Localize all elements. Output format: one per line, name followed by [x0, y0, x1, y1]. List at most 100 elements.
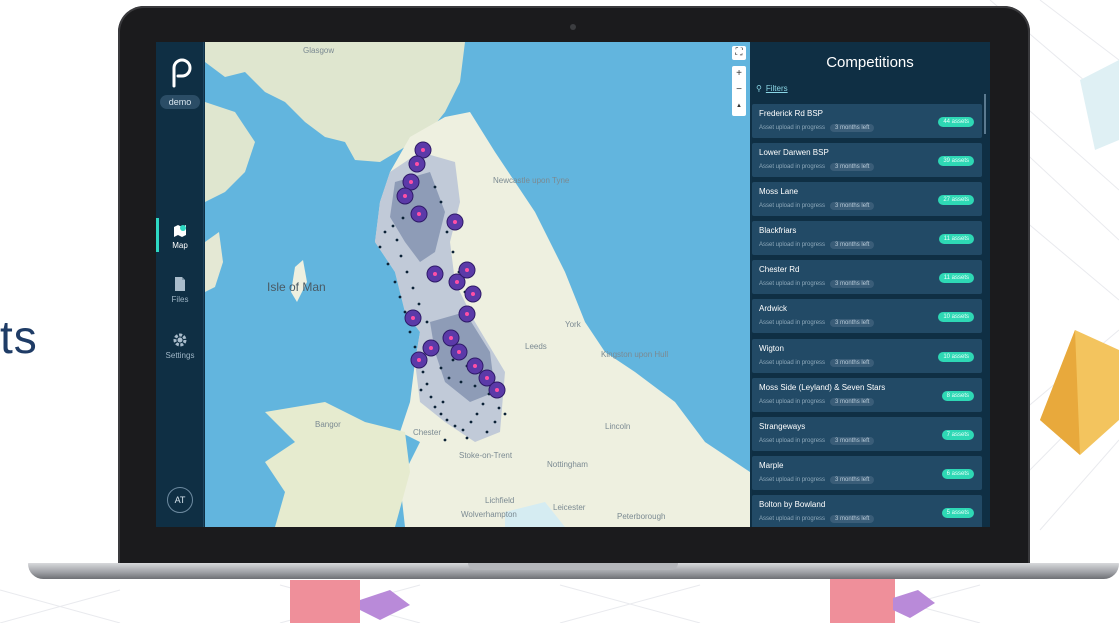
competition-status: Asset upload in progress 3 months left	[759, 437, 875, 445]
background-heading-fragment: ts	[0, 311, 38, 363]
map-label-lincoln: Lincoln	[605, 422, 631, 431]
competition-card[interactable]: Frederick Rd BSP Asset upload in progres…	[752, 104, 982, 138]
competition-card[interactable]: Wigton Asset upload in progress 3 months …	[752, 339, 982, 373]
map-label-bangor: Bangor	[315, 420, 341, 429]
competition-name: Frederick Rd BSP	[759, 109, 824, 118]
time-left-badge: 3 months left	[830, 241, 875, 249]
competition-status: Asset upload in progress 3 months left	[759, 398, 875, 406]
map-label-wolverhampton: Wolverhampton	[461, 510, 517, 519]
p-logo-icon[interactable]	[168, 56, 192, 88]
time-left-badge: 3 months left	[830, 476, 875, 484]
map-label-newcastle: Newcastle upon Tyne	[493, 176, 570, 185]
competition-status: Asset upload in progress 3 months left	[759, 163, 875, 171]
environment-badge[interactable]: demo	[160, 95, 200, 109]
competition-card[interactable]: Ardwick Asset upload in progress 3 months…	[752, 299, 982, 333]
competition-status: Asset upload in progress 3 months left	[759, 280, 875, 288]
competition-name: Bolton by Bowland	[759, 500, 826, 509]
file-icon	[175, 277, 185, 291]
competition-status: Asset upload in progress 3 months left	[759, 476, 875, 484]
competition-card[interactable]: Bolton by Bowland Asset upload in progre…	[752, 495, 982, 527]
time-left-badge: 3 months left	[830, 202, 875, 210]
sidebar-item-files[interactable]: Files	[156, 276, 204, 304]
time-left-badge: 3 months left	[830, 163, 875, 171]
competition-name: Strangeways	[759, 422, 806, 431]
competition-name: Wigton	[759, 344, 784, 353]
map-label-leicester: Leicester	[553, 503, 586, 512]
competition-status: Asset upload in progress 3 months left	[759, 202, 875, 210]
competition-name: Moss Lane	[759, 187, 799, 196]
asset-count-badge: 6 assets	[941, 469, 974, 479]
asset-count-badge: 10 assets	[938, 352, 974, 362]
map-label-kingston: Kingston upon Hull	[601, 350, 669, 359]
asset-count-badge: 8 assets	[941, 391, 974, 401]
competition-status: Asset upload in progress 3 months left	[759, 319, 875, 327]
competition-name: Marple	[759, 461, 784, 470]
time-left-badge: 3 months left	[830, 398, 875, 406]
zoom-out-button[interactable]: −	[732, 82, 746, 98]
competition-card[interactable]: Moss Side (Leyland) & Seven Stars Asset …	[752, 378, 982, 412]
sidebar-item-label: Files	[171, 295, 189, 304]
sidebar-item-label: Map	[172, 241, 188, 250]
map-label-york: York	[565, 320, 581, 329]
zoom-in-button[interactable]: +	[732, 66, 746, 82]
map-pin-icon	[174, 225, 186, 237]
map-label-stoke: Stoke-on-Trent	[459, 451, 513, 460]
time-left-badge: 3 months left	[830, 319, 875, 327]
fullscreen-button[interactable]: ⛶	[732, 46, 746, 60]
competition-name: Moss Side (Leyland) & Seven Stars	[759, 383, 886, 392]
competition-status: Asset upload in progress 3 months left	[759, 359, 875, 367]
sidebar-item-settings[interactable]: Settings	[156, 332, 204, 360]
asset-count-badge: 39 assets	[938, 156, 974, 166]
filter-icon: ⚲	[756, 84, 762, 93]
competition-name: Chester Rd	[759, 265, 800, 274]
decor-cube-right	[830, 578, 895, 623]
laptop-notch	[468, 563, 678, 570]
map-view[interactable]: Glasgow Newcastle upon Tyne Isle of Man …	[205, 42, 750, 527]
map-label-lichfield: Lichfield	[485, 496, 515, 505]
competition-status: Asset upload in progress 3 months left	[759, 515, 875, 523]
panel-scrollbar[interactable]	[984, 94, 986, 134]
competition-name: Ardwick	[759, 304, 788, 313]
filters-link[interactable]: ⚲ Filters	[756, 84, 788, 93]
competition-card[interactable]: Strangeways Asset upload in progress 3 mo…	[752, 417, 982, 451]
map-label-isle-of-man: Isle of Man	[267, 280, 326, 294]
time-left-badge: 3 months left	[830, 437, 875, 445]
map-label-leeds: Leeds	[525, 342, 547, 351]
competition-card[interactable]: Lower Darwen BSP Asset upload in progres…	[752, 143, 982, 177]
competitions-panel: Competitions ⚲ Filters Frederick Rd BSP A…	[750, 42, 990, 527]
time-left-badge: 3 months left	[830, 280, 875, 288]
map-label-glasgow: Glasgow	[303, 46, 335, 55]
time-left-badge: 3 months left	[830, 124, 875, 132]
asset-count-badge: 7 assets	[941, 430, 974, 440]
map-label-chester: Chester	[413, 428, 442, 437]
sidebar-item-label: Settings	[165, 351, 195, 360]
decor-cube-left	[290, 580, 360, 623]
competition-name: Lower Darwen BSP	[759, 148, 829, 157]
app-screen: demo Map Files Settings AT Glasgow Newca…	[156, 42, 990, 527]
sidebar: demo Map Files Settings AT	[156, 42, 204, 527]
asset-count-badge: 5 assets	[941, 508, 974, 518]
competition-card[interactable]: Chester Rd Asset upload in progress 3 mon…	[752, 260, 982, 294]
competition-name: Blackfriars	[759, 226, 797, 235]
laptop-camera	[570, 24, 576, 30]
reset-north-button[interactable]: ▲	[732, 98, 746, 114]
competition-card[interactable]: Moss Lane Asset upload in progress 3 mont…	[752, 182, 982, 216]
map-label-nottingham: Nottingham	[547, 460, 588, 469]
asset-count-badge: 27 assets	[938, 195, 974, 205]
asset-count-badge: 11 assets	[938, 273, 974, 283]
panel-title: Competitions	[826, 54, 914, 71]
competition-card[interactable]: Marple Asset upload in progress 3 months …	[752, 456, 982, 490]
asset-count-badge: 11 assets	[938, 234, 974, 244]
sidebar-item-map[interactable]: Map	[156, 218, 204, 252]
filters-label: Filters	[765, 84, 788, 93]
time-left-badge: 3 months left	[830, 515, 875, 523]
time-left-badge: 3 months left	[830, 359, 875, 367]
competition-status: Asset upload in progress 3 months left	[759, 124, 875, 132]
user-avatar[interactable]: AT	[167, 487, 193, 513]
map-label-peterborough: Peterborough	[617, 512, 666, 521]
asset-count-badge: 44 assets	[938, 117, 974, 127]
asset-count-badge: 10 assets	[938, 312, 974, 322]
gear-icon	[173, 333, 187, 347]
competition-status: Asset upload in progress 3 months left	[759, 241, 875, 249]
competition-card[interactable]: Blackfriars Asset upload in progress 3 mo…	[752, 221, 982, 255]
